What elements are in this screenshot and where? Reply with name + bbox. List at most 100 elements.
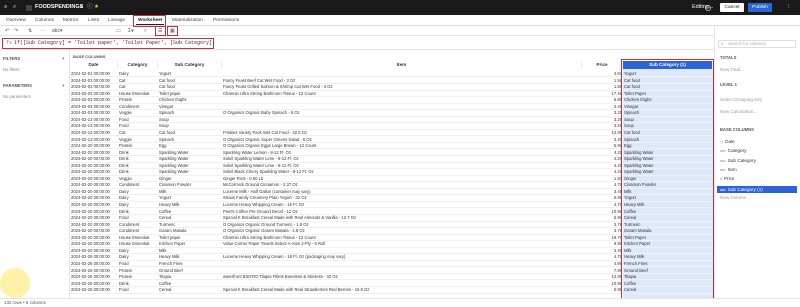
cell-item[interactable]: Fancy Feast Beef Cat Wet Food - 3 Oz (222, 78, 582, 83)
add-filter-button[interactable]: + (62, 56, 64, 61)
column-header-price[interactable]: Price (582, 61, 623, 69)
cell-price[interactable]: 9.99 (582, 241, 623, 246)
cell-sub-category-1[interactable]: Toilet Paper (623, 91, 713, 96)
cell-item[interactable] (222, 97, 582, 102)
cell-date[interactable]: 2024-02-03 00:00:00 (70, 84, 118, 89)
cell-date[interactable]: 2024-02-13 00:00:00 (70, 130, 118, 135)
cell-price[interactable]: 3.29 (582, 123, 623, 128)
cell-price[interactable]: 4.29 (582, 150, 623, 155)
cell-sub-category-1[interactable]: Vinegar (623, 104, 713, 109)
cell-item[interactable]: O Organics Organic Ground Turmeric - 1.8… (222, 222, 582, 227)
column-header-sub-category-1[interactable]: Sub Category (1) (623, 61, 713, 69)
cell-sub-category[interactable]: Tilapia (158, 274, 222, 279)
cell-sub-category[interactable]: Toilet paper (158, 235, 222, 240)
cell-sub-category-1[interactable]: Toilet Paper (623, 235, 713, 240)
cell-item[interactable]: O Organics Organic Super Greens Salad - … (222, 137, 582, 142)
cell-price[interactable]: 1.50 (582, 176, 623, 181)
cell-date[interactable]: 2024-02-01 00:00:00 (70, 71, 118, 76)
column-search-input[interactable]: Search for columns (728, 41, 766, 47)
star-icon[interactable]: ★ (94, 2, 99, 13)
cell-sub-category[interactable]: Sparkling Water (158, 156, 222, 161)
cell-item[interactable]: O Organics Organic Eggs Large Brown - 12… (222, 143, 582, 148)
new-calculation-link[interactable]: New Calculation... (720, 109, 757, 114)
cell-price[interactable]: 4.29 (582, 156, 623, 161)
cell-category[interactable]: Drink (118, 156, 158, 161)
cell-sub-category[interactable]: Cat food (158, 130, 222, 135)
cell-item[interactable]: McCormick Ground Cinnamon - 2.37 Oz (222, 182, 582, 187)
sort-icon[interactable]: ⇅ (28, 27, 32, 35)
cell-category[interactable]: Dairy (118, 195, 158, 200)
formula-bar[interactable]: fx If([Sub Category] = 'Toilet paper', '… (0, 36, 714, 50)
cell-sub-category-1[interactable]: Soup (623, 123, 713, 128)
cell-price[interactable]: 7.99 (582, 268, 623, 273)
cell-category[interactable]: Drink (118, 163, 158, 168)
cell-sub-category-1[interactable]: Chicken thighs (623, 97, 713, 102)
cell-sub-category-1[interactable]: Garam Masala (623, 228, 713, 233)
cell-sub-category-1[interactable]: Spinach (623, 137, 713, 142)
cell-category[interactable]: Condiment (118, 222, 158, 227)
cell-sub-category[interactable]: Turmeric (158, 222, 222, 227)
cell-date[interactable]: 2024-02-20 00:00:00 (70, 169, 118, 174)
cell-sub-category-1[interactable]: Sparkling Water (623, 150, 713, 155)
cell-item[interactable]: Special K Breakfast Cereal Made with Rea… (222, 287, 582, 292)
cell-item[interactable]: Charmin Ultra Strong Bathroom Tissue - 1… (222, 235, 582, 240)
cell-category[interactable]: Food (118, 261, 158, 266)
cell-date[interactable]: 2024-02-03 00:00:00 (70, 78, 118, 83)
cell-sub-category-1[interactable]: Cat food (623, 84, 713, 89)
cell-price[interactable]: 3.49 (582, 137, 623, 142)
cell-sub-category-1[interactable]: Heavy Milk (623, 254, 713, 259)
cell-date[interactable]: 2024-02-20 00:00:00 (70, 143, 118, 148)
cell-date[interactable]: 2024-02-20 00:00:00 (70, 195, 118, 200)
cell-category[interactable]: Dairy (118, 202, 158, 207)
cell-date[interactable]: 2024-02-26 00:00:00 (70, 268, 118, 273)
cell-price[interactable]: 13.99 (582, 274, 623, 279)
cell-sub-category-1[interactable]: Cat food (623, 130, 713, 135)
cell-category[interactable]: Cat (118, 84, 158, 89)
cell-category[interactable]: Condiment (118, 228, 158, 233)
new-column-link[interactable]: New Column... (720, 195, 750, 200)
cell-sub-category[interactable]: Ginger (158, 176, 222, 181)
cell-category[interactable]: Food (118, 215, 158, 220)
cell-sub-category-1[interactable]: Cat food (623, 78, 713, 83)
cell-category[interactable]: Dairy (118, 71, 158, 76)
cell-sub-category[interactable]: Egg (158, 143, 222, 148)
cell-sub-category-1[interactable]: Ground Beef (623, 268, 713, 273)
cell-item[interactable]: waterfront BISTRO Tilapia Fillets Bonele… (222, 274, 582, 279)
cell-sub-category[interactable]: Soup (158, 123, 222, 128)
cell-sub-category[interactable]: Ground Beef (158, 268, 222, 273)
cell-item[interactable] (222, 104, 582, 109)
cell-sub-category-1[interactable]: Coffee (623, 281, 713, 286)
cell-sub-category-1[interactable]: Turmeric (623, 222, 713, 227)
cell-category[interactable]: Protein (118, 274, 158, 279)
cell-item[interactable] (222, 117, 582, 122)
new-total-link[interactable]: New Total... (720, 67, 744, 72)
cell-category[interactable]: House Essential (118, 91, 158, 96)
cell-sub-category[interactable]: Sparkling Water (158, 150, 222, 155)
cell-sub-category-1[interactable]: Ginger (623, 176, 713, 181)
tab-lineage[interactable]: Lineage (106, 16, 127, 25)
cell-category[interactable]: Veggie (118, 137, 158, 142)
cell-date[interactable]: 2024-02-13 00:00:00 (70, 137, 118, 142)
cell-item[interactable]: Sparkling Water Lemon - 8-12 Fl. Oz (222, 150, 582, 155)
cell-price[interactable]: 3.49 (582, 189, 623, 194)
cell-sub-category-1[interactable]: Cinamon Powder (623, 182, 713, 187)
pivot-icon[interactable]: ▦ (170, 27, 175, 35)
sum-dropdown[interactable]: Σ▾ (128, 27, 134, 35)
column-list-item[interactable]: abc Item (720, 167, 737, 172)
cell-item[interactable]: Ginger Root - 0.50 Lb (222, 176, 582, 181)
cell-item[interactable] (222, 71, 582, 76)
cell-item[interactable]: Straus Family Creamery Plain Yogurt - 32… (222, 195, 582, 200)
cell-date[interactable]: 2024-02-20 00:00:00 (70, 202, 118, 207)
more-options-icon[interactable]: ⋮ (786, 2, 792, 13)
cell-price[interactable]: 10.99 (582, 281, 623, 286)
tab-materialization[interactable]: Materialization (170, 16, 205, 25)
search-icon[interactable]: ⌕ (13, 2, 16, 13)
cell-price[interactable]: 6.99 (582, 195, 623, 200)
column-list-item[interactable]: abc Sub Category (720, 158, 756, 163)
cell-sub-category-1[interactable]: Sparkling Water (623, 163, 713, 168)
cell-date[interactable]: 2024-02-20 00:00:00 (70, 215, 118, 220)
cell-sub-category-1[interactable]: Sparkling Water (623, 156, 713, 161)
select-grouping-key[interactable]: Select Grouping Key (720, 97, 762, 102)
cell-sub-category-1[interactable]: Heavy Milk (623, 202, 713, 207)
cell-sub-category-1[interactable]: Tilapia (623, 274, 713, 279)
